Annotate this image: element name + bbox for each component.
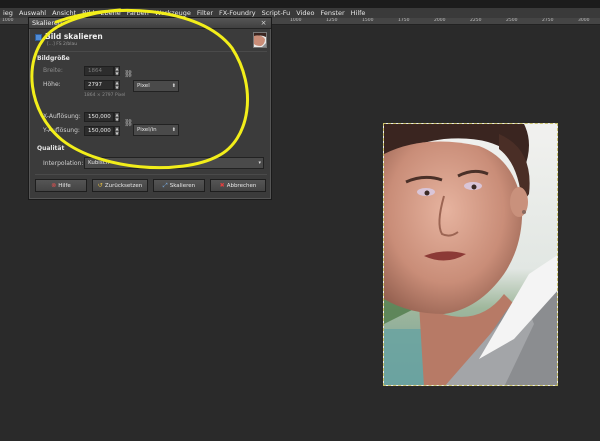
scale-icon [35, 34, 42, 41]
height-input[interactable]: 2797 [84, 80, 114, 90]
updown-arrow-icon: ⬍ [171, 127, 176, 133]
ruler-tick: 2500 [506, 18, 518, 23]
app-titlebar [0, 0, 600, 8]
chain-link-icon[interactable]: ⛓ [124, 119, 133, 127]
menu-item[interactable]: Farben [124, 9, 152, 17]
ruler-tick: 2000 [434, 18, 446, 23]
menu-item[interactable]: Auswahl [16, 9, 49, 17]
dialog-window-title: Skalieren [32, 19, 63, 27]
dialog-header-title: Bild skalieren [45, 32, 103, 41]
ruler-tick: 2750 [542, 18, 554, 23]
thumbnail-image [254, 33, 266, 47]
chevron-down-icon: ▾ [258, 160, 261, 166]
interpolation-label: Interpolation: [43, 160, 84, 167]
section-label-quality: Qualität [37, 145, 65, 152]
scale-button-label: Skalieren [169, 182, 196, 189]
ruler-tick: 1000 [2, 18, 14, 23]
menu-item[interactable]: Fenster [318, 9, 348, 17]
y-resolution-stepper[interactable]: ▲ ▼ [114, 126, 120, 136]
help-icon: ⊗ [51, 182, 57, 189]
unit-select[interactable]: Pixel ⬍ [133, 80, 179, 92]
interpolation-select[interactable]: Kubisch ▾ [84, 157, 264, 169]
menu-item[interactable]: Ebene [97, 9, 123, 17]
scale-button[interactable]: ⤢ Skalieren [153, 179, 205, 192]
resolution-unit-value: Pixel/in [137, 127, 157, 133]
scale-icon: ⤢ [162, 181, 168, 189]
width-stepper[interactable]: ▲ ▼ [114, 66, 120, 76]
menu-item[interactable]: Hilfe [348, 9, 369, 17]
height-label: Höhe: [43, 81, 61, 88]
ruler-tick: 1500 [362, 18, 374, 23]
cancel-icon: ✖ [219, 182, 225, 189]
cancel-button-label: Abbrechen [226, 182, 257, 189]
chain-link-icon[interactable]: ⛓ [124, 70, 133, 78]
width-input[interactable]: 1864 [84, 66, 114, 76]
cancel-button[interactable]: ✖ Abbrechen [210, 179, 266, 192]
updown-arrow-icon: ⬍ [171, 83, 176, 89]
menu-item[interactable]: Filter [194, 9, 216, 17]
menu-item[interactable]: Ansicht [49, 9, 79, 17]
button-separator [35, 174, 267, 175]
interpolation-value: Kubisch [88, 160, 110, 166]
menu-item[interactable]: Werkzeuge [152, 9, 194, 17]
dialog-titlebar[interactable]: Skalieren × [29, 18, 271, 29]
close-icon[interactable]: × [259, 19, 268, 27]
width-label: Breite: [43, 67, 63, 74]
x-resolution-label: X-Auflösung: [43, 113, 81, 120]
reset-button-label: Zurücksetzen [104, 182, 143, 189]
size-hint: 1864 × 2797 Pixel [84, 93, 126, 98]
resolution-unit-select[interactable]: Pixel/in ⬍ [133, 124, 179, 136]
menu-item[interactable]: Video [293, 9, 317, 17]
height-stepper[interactable]: ▲ ▼ [114, 80, 120, 90]
dialog-header-subtitle: [...] FS 2/blau [47, 42, 78, 47]
y-resolution-input[interactable]: 150,000 [84, 126, 114, 136]
ruler-tick: 1250 [326, 18, 338, 23]
ruler-tick: 1000 [290, 18, 302, 23]
ruler-tick: 3000 [578, 18, 590, 23]
reset-icon: ↺ [97, 182, 103, 189]
x-resolution-stepper[interactable]: ▲ ▼ [114, 112, 120, 122]
unit-select-value: Pixel [137, 83, 150, 89]
dialog-header: Bild skalieren [...] FS 2/blau [35, 32, 267, 50]
portrait-photo [383, 123, 558, 386]
help-button[interactable]: ⊗ Hilfe [35, 179, 87, 192]
reset-button[interactable]: ↺ Zurücksetzen [92, 179, 148, 192]
section-label-size: Bildgröße [37, 55, 70, 62]
ruler-tick: 1750 [398, 18, 410, 23]
help-button-label: Hilfe [58, 182, 71, 189]
portrait-image [384, 124, 557, 385]
menu-item[interactable]: ieg [0, 9, 16, 17]
menu-item[interactable]: Script-Fu [259, 9, 294, 17]
scale-image-dialog: Skalieren × Bild skalieren [...] FS 2/bl… [28, 17, 272, 200]
ruler-tick: 2250 [470, 18, 482, 23]
x-resolution-input[interactable]: 150,000 [84, 112, 114, 122]
image-thumbnail [253, 32, 267, 48]
header-separator [35, 51, 267, 52]
menu-item[interactable]: Bild [79, 9, 97, 17]
menu-item[interactable]: FX-Foundry [216, 9, 259, 17]
y-resolution-label: Y-Auflösung: [43, 127, 80, 134]
